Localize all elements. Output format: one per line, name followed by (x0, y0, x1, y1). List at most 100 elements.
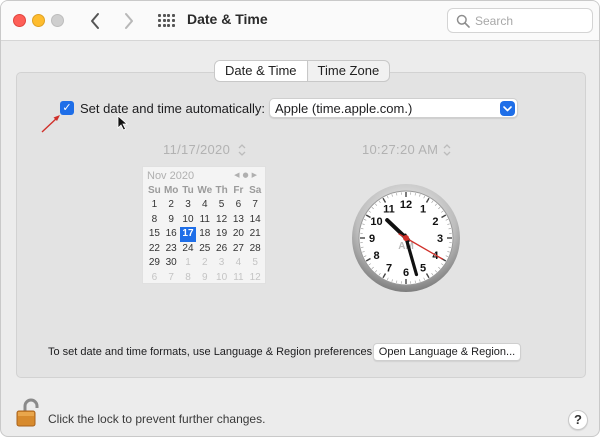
calendar-day[interactable]: 8 (180, 271, 197, 286)
clock-number: 6 (403, 267, 409, 279)
calendar-day[interactable]: 22 (146, 242, 163, 257)
calendar-day[interactable]: 3 (213, 256, 230, 271)
calendar-day[interactable]: 9 (196, 271, 213, 286)
calendar-day[interactable]: 9 (163, 213, 180, 228)
calendar-day[interactable]: 23 (163, 242, 180, 257)
back-button[interactable] (85, 10, 107, 32)
calendar-day[interactable]: 24 (180, 242, 197, 257)
date-time-window: Date & Time Date & Time Time Zone ✓ Set … (0, 0, 600, 437)
calendar-weekday: We (197, 185, 213, 196)
clock-number: 7 (386, 262, 392, 274)
calendar-day[interactable]: 15 (146, 227, 163, 242)
window-title: Date & Time (187, 11, 268, 27)
calendar-day[interactable]: 6 (146, 271, 163, 286)
calendar-grid: Su Mo Tu We Th Fr Sa 1 2 3 4 5 6 7 8 9 10 11 12 13 14 15 16 17 1… (146, 184, 264, 285)
clock-number: 2 (432, 216, 438, 228)
clock-number: 10 (370, 216, 382, 228)
chevron-left-icon (91, 13, 99, 29)
lock-text: Click the lock to prevent further change… (48, 412, 266, 426)
format-info-text: To set date and time formats, use Langua… (48, 346, 376, 358)
time-field: 10:27:20 AM (362, 142, 439, 157)
mouse-pointer-icon (117, 115, 129, 131)
calendar-day[interactable]: 13 (230, 213, 247, 228)
calendar-weekday: Tu (182, 185, 194, 196)
time-stepper-icon (443, 144, 451, 156)
clock-number: 3 (437, 233, 443, 245)
calendar-weekday: Mo (163, 185, 179, 196)
calendar-day[interactable]: 4 (230, 256, 247, 271)
calendar-today-icon: ● (242, 171, 252, 179)
calendar-day[interactable]: 18 (196, 227, 213, 242)
calendar-day[interactable]: 25 (196, 242, 213, 257)
time-server-select[interactable]: Apple (time.apple.com.) (269, 98, 518, 118)
calendar-day[interactable]: 5 (247, 256, 264, 271)
date-stepper-icon (238, 144, 246, 156)
calendar-day[interactable]: 6 (230, 198, 247, 213)
open-language-region-button[interactable]: Open Language & Region... (373, 343, 521, 361)
calendar-day[interactable]: 30 (163, 256, 180, 271)
annotation-arrow-icon (41, 115, 60, 133)
calendar-day[interactable]: 16 (163, 227, 180, 242)
lock-button[interactable] (15, 398, 41, 428)
clock-number: 9 (369, 233, 375, 245)
calendar-day[interactable]: 7 (247, 198, 264, 213)
calendar-day[interactable]: 10 (180, 213, 197, 228)
calendar-day[interactable]: 20 (230, 227, 247, 242)
calendar-day[interactable]: 29 (146, 256, 163, 271)
calendar-day[interactable]: 2 (196, 256, 213, 271)
calendar-day[interactable]: 8 (146, 213, 163, 228)
calendar-day[interactable]: 26 (213, 242, 230, 257)
tab-time-zone[interactable]: Time Zone (308, 61, 390, 81)
calendar-weekday: Fr (233, 185, 244, 196)
calendar-day[interactable]: 21 (247, 227, 264, 242)
toolbar: Date & Time (1, 1, 599, 41)
search-box[interactable] (447, 8, 593, 33)
close-window-button[interactable] (13, 14, 26, 27)
clock-number: 12 (400, 199, 412, 211)
calendar-prev-icon: ◀ (234, 171, 243, 179)
set-automatically-label: Set date and time automatically: (80, 101, 265, 116)
zoom-window-button[interactable] (51, 14, 64, 27)
calendar-day[interactable]: 27 (230, 242, 247, 257)
calendar-nav: ◀●▶ (234, 171, 260, 179)
calendar-day[interactable]: 4 (196, 198, 213, 213)
search-icon (456, 14, 470, 28)
time-server-value: Apple (time.apple.com.) (275, 101, 413, 116)
search-input[interactable] (475, 12, 585, 30)
calendar-day[interactable]: 5 (213, 198, 230, 213)
calendar-day[interactable]: 1 (146, 198, 163, 213)
calendar-day[interactable]: 12 (247, 271, 264, 286)
clock-center-pin (403, 235, 409, 241)
calendar-weekday: Su (148, 185, 161, 196)
calendar-day[interactable]: 28 (247, 242, 264, 257)
calendar-day[interactable]: 10 (213, 271, 230, 286)
tab-bar: Date & Time Time Zone (214, 60, 391, 82)
calendar-day[interactable]: 1 (180, 256, 197, 271)
analog-clock: 12 1234567891011 AM (352, 184, 460, 292)
date-field: 11/17/2020 (163, 142, 231, 157)
calendar-day[interactable]: 11 (196, 213, 213, 228)
show-all-grid-icon[interactable] (158, 14, 175, 28)
calendar: Nov 2020 ◀●▶ Su Mo Tu We Th Fr Sa 1 2 3 4 5 6 7 8 9 10 11… (142, 166, 266, 284)
calendar-day[interactable]: 19 (213, 227, 230, 242)
calendar-day[interactable]: 3 (180, 198, 197, 213)
minimize-window-button[interactable] (32, 14, 45, 27)
calendar-day[interactable]: 2 (163, 198, 180, 213)
help-button[interactable]: ? (568, 410, 588, 430)
calendar-day-selected[interactable]: 17 (179, 227, 197, 242)
calendar-day[interactable]: 11 (230, 271, 247, 286)
chevron-down-icon (500, 101, 515, 116)
clock-number: 1 (420, 204, 426, 216)
calendar-weekday: Th (215, 185, 228, 196)
tab-date-time[interactable]: Date & Time (215, 61, 308, 81)
calendar-day[interactable]: 14 (247, 213, 264, 228)
calendar-day[interactable]: 7 (163, 271, 180, 286)
clock-number: 5 (420, 262, 426, 274)
chevron-right-icon (125, 13, 133, 29)
calendar-next-icon: ▶ (251, 171, 260, 179)
clock-number: 8 (373, 250, 379, 262)
clock-number: 11 (383, 204, 395, 216)
calendar-day[interactable]: 12 (213, 213, 230, 228)
forward-button[interactable] (117, 10, 139, 32)
calendar-weekday: Sa (249, 185, 262, 196)
